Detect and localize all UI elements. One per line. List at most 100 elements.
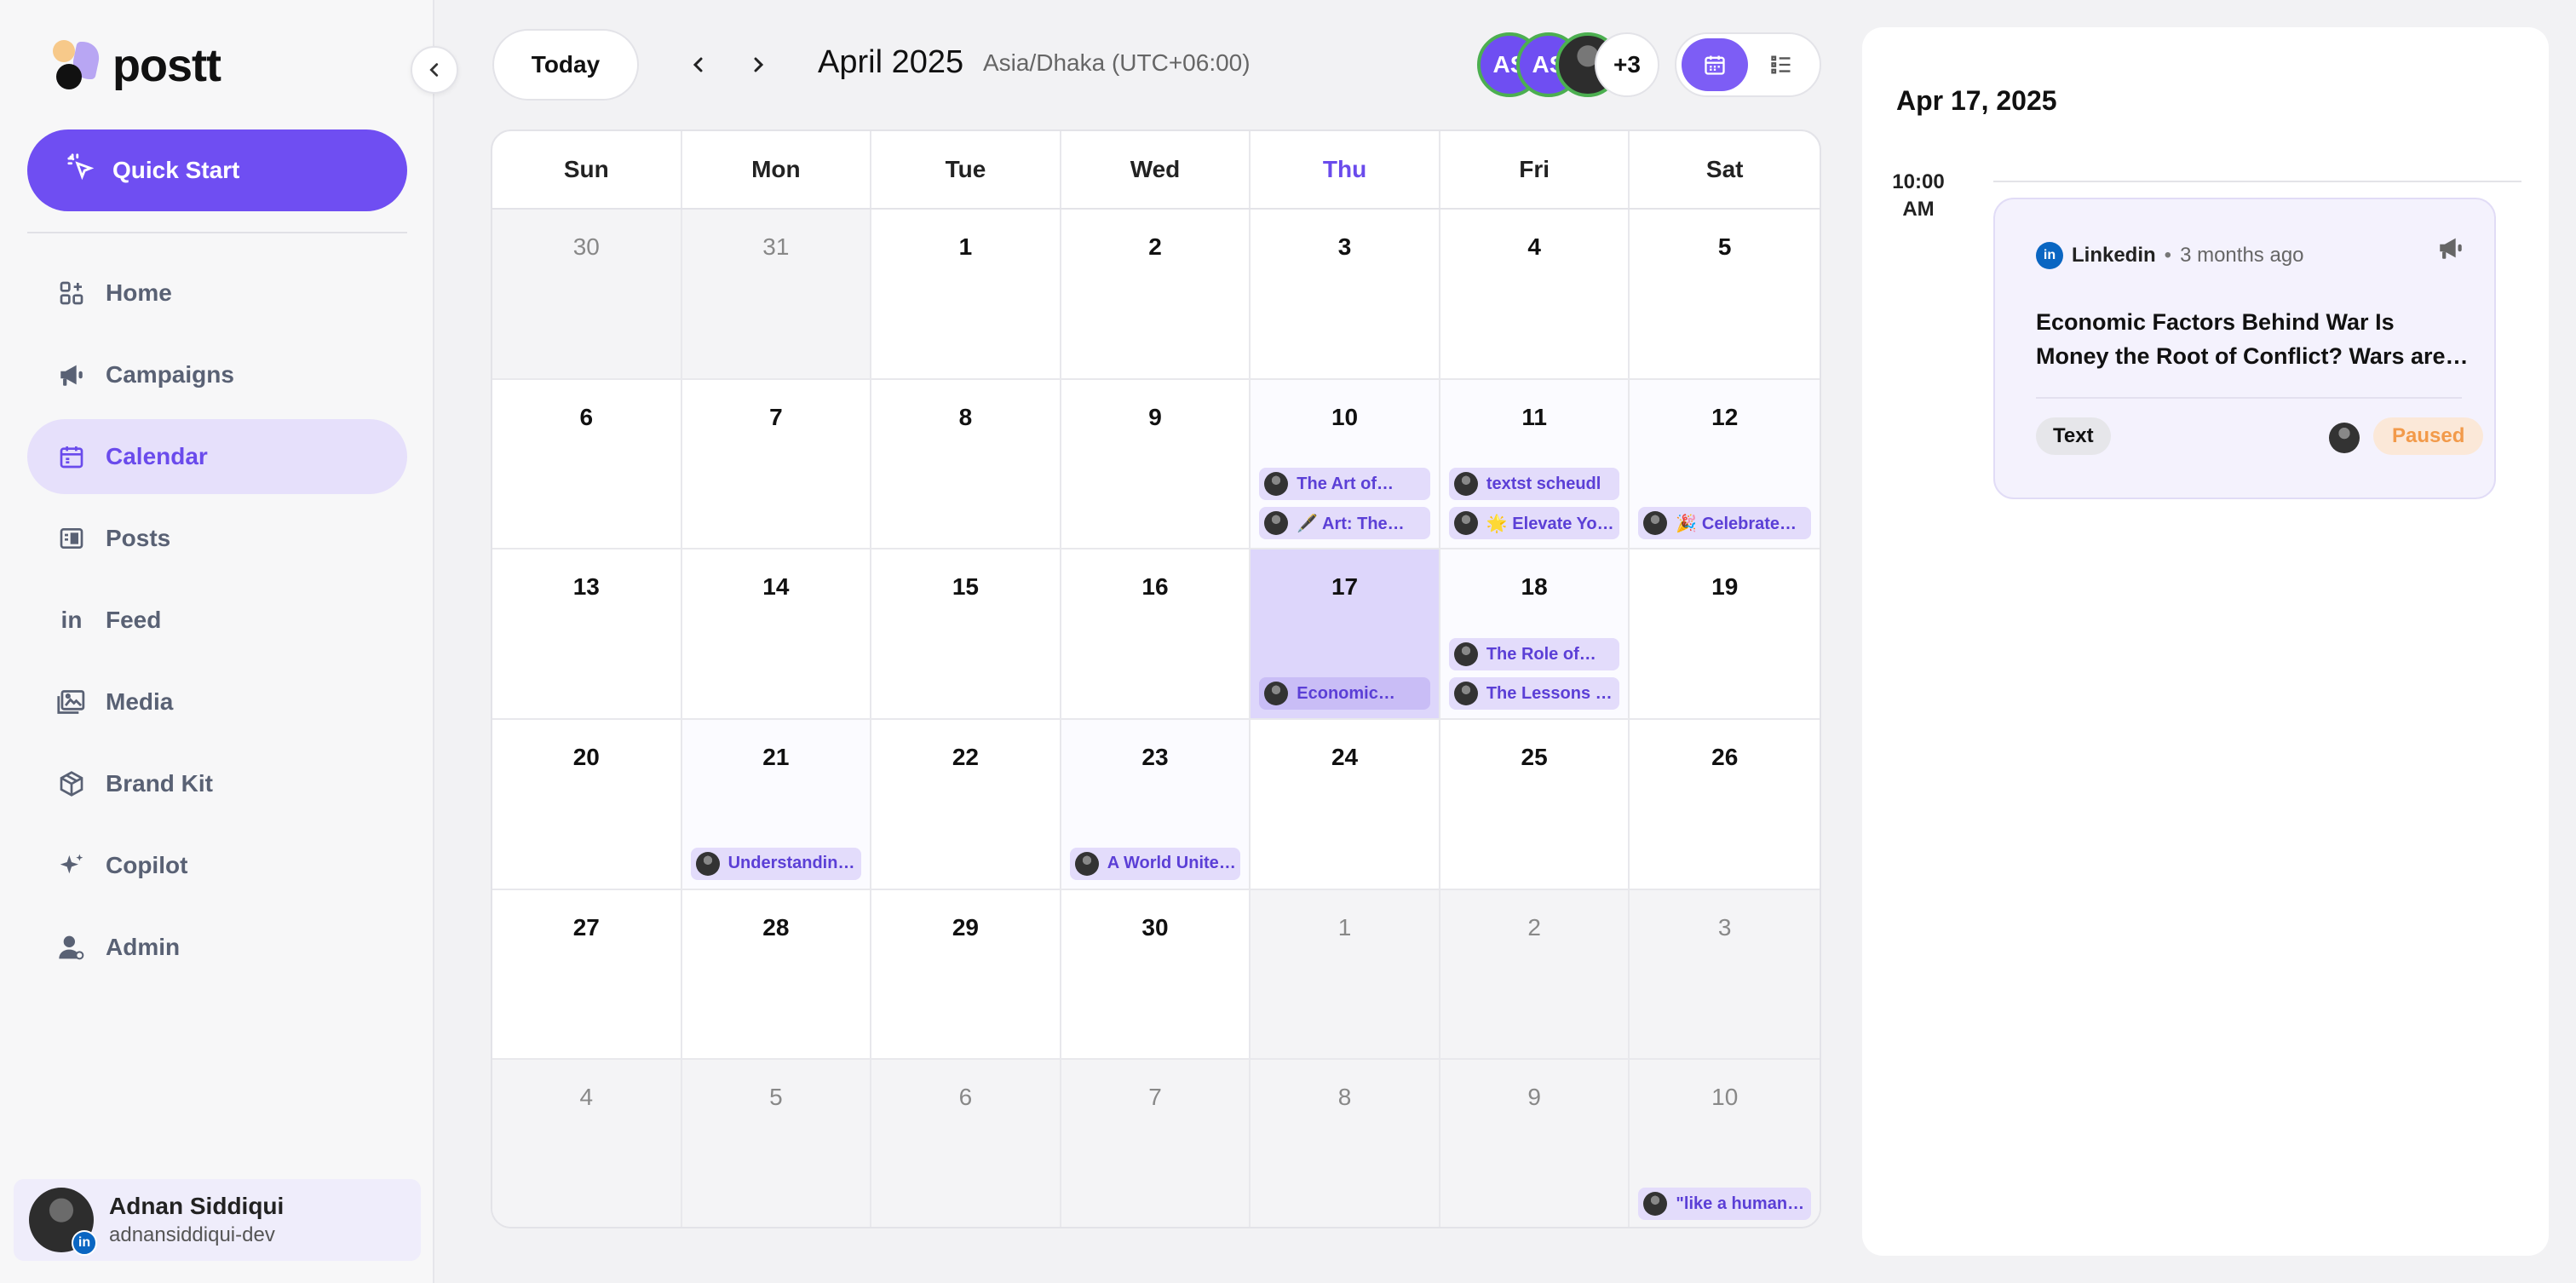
avatar bbox=[2329, 423, 2360, 453]
calendar-day-cell[interactable]: 8 bbox=[1251, 1060, 1440, 1227]
calendar-day-cell[interactable]: 15 bbox=[871, 549, 1061, 720]
list-view-button[interactable] bbox=[1748, 38, 1814, 91]
calendar-day-cell[interactable]: 28 bbox=[681, 889, 872, 1061]
day-detail-panel: Apr 17, 2025 10:00 AM in Linkedin • 3 mo… bbox=[1862, 27, 2549, 1256]
day-number: 15 bbox=[952, 573, 979, 601]
day-number: 25 bbox=[1521, 744, 1548, 770]
calendar-day-cell[interactable]: 9 bbox=[1061, 379, 1251, 550]
calendar-day-cell[interactable]: 29 bbox=[871, 889, 1061, 1061]
day-number: 6 bbox=[958, 1084, 973, 1111]
calendar-day-cell[interactable]: 17 Economic… bbox=[1251, 549, 1440, 720]
event-chip[interactable]: The Lessons of… bbox=[1448, 677, 1620, 710]
sidebar-item-calendar[interactable]: Calendar bbox=[27, 419, 407, 494]
calendar-day-cell[interactable]: 22 bbox=[871, 720, 1061, 890]
day-number: 28 bbox=[762, 913, 790, 941]
calendar-day-cell[interactable]: 21 Understanding… bbox=[681, 720, 872, 890]
sidebar-item-posts[interactable]: Posts bbox=[27, 501, 407, 576]
collapse-sidebar-button[interactable] bbox=[411, 46, 458, 94]
posts-icon bbox=[56, 523, 87, 554]
calendar-day-cell[interactable]: 30 bbox=[1061, 889, 1251, 1061]
sidebar-item-campaigns[interactable]: Campaigns bbox=[27, 337, 407, 412]
calendar-day-cell[interactable]: 4 bbox=[492, 1060, 682, 1227]
calendar-day-cell[interactable]: 14 bbox=[681, 549, 872, 720]
megaphone-icon[interactable] bbox=[2436, 233, 2465, 267]
day-number: 1 bbox=[958, 233, 973, 260]
calendar-day-cell[interactable]: 13 bbox=[492, 549, 682, 720]
calendar-day-cell[interactable]: 19 bbox=[1630, 549, 1820, 720]
user-profile-card[interactable]: in Adnan Siddiqui adnansiddiqui-dev bbox=[14, 1179, 421, 1261]
day-number: 1 bbox=[1337, 913, 1352, 941]
sidebar-item-label: Media bbox=[106, 688, 174, 715]
sidebar-item-label: Copilot bbox=[106, 852, 188, 878]
post-card[interactable]: in Linkedin • 3 months ago Economic Fact… bbox=[1993, 198, 2496, 499]
calendar-day-cell[interactable]: 7 bbox=[1061, 1060, 1251, 1227]
calendar-day-cell[interactable]: 10 "like a human"… bbox=[1630, 1060, 1820, 1227]
day-number: 18 bbox=[1521, 573, 1548, 601]
calendar-day-cell[interactable]: 6 bbox=[871, 1060, 1061, 1227]
calendar-day-cell[interactable]: 7 bbox=[681, 379, 872, 550]
today-button[interactable]: Today bbox=[492, 29, 639, 101]
sidebar-item-home[interactable]: Home bbox=[27, 256, 407, 331]
calendar-day-cell[interactable]: 2 bbox=[1440, 889, 1630, 1061]
sidebar-item-brand-kit[interactable]: Brand Kit bbox=[27, 746, 407, 821]
calendar-day-cell[interactable]: 2 bbox=[1061, 210, 1251, 380]
calendar-day-cell[interactable]: 12 🎉 Celebrate… bbox=[1630, 379, 1820, 550]
event-chip[interactable]: 🎉 Celebrate… bbox=[1638, 507, 1811, 540]
sidebar-item-admin[interactable]: Admin bbox=[27, 910, 407, 985]
event-chip[interactable]: "like a human"… bbox=[1638, 1188, 1811, 1220]
chevron-right-icon bbox=[754, 57, 764, 72]
calendar-day-cell[interactable]: 25 bbox=[1440, 720, 1630, 890]
calendar-day-cell[interactable]: 5 bbox=[681, 1060, 872, 1227]
event-title: textst scheudl bbox=[1486, 474, 1601, 493]
calendar-day-cell[interactable]: 5 bbox=[1630, 210, 1820, 380]
event-chip[interactable]: The Art of… bbox=[1259, 468, 1430, 501]
calendar-day-cell[interactable]: 26 bbox=[1630, 720, 1820, 890]
event-chip[interactable]: Economic… bbox=[1259, 677, 1430, 710]
timezone-label[interactable]: Asia/Dhaka (UTC+06:00) bbox=[983, 49, 1251, 77]
calendar-day-cell[interactable]: 31 bbox=[681, 210, 872, 380]
quick-start-button[interactable]: Quick Start bbox=[27, 129, 407, 211]
calendar-day-cell[interactable]: 3 bbox=[1251, 210, 1440, 380]
sidebar-item-copilot[interactable]: Copilot bbox=[27, 828, 407, 903]
calendar-day-cell[interactable]: 9 bbox=[1440, 1060, 1630, 1227]
more-accounts-badge[interactable]: +3 bbox=[1595, 32, 1659, 97]
event-chip[interactable]: The Role of… bbox=[1448, 638, 1620, 670]
avatar bbox=[1643, 511, 1668, 536]
calendar-day-cell[interactable]: 11 textst scheudl 🌟 Elevate Your… bbox=[1440, 379, 1630, 550]
calendar-day-cell[interactable]: 3 bbox=[1630, 889, 1820, 1061]
calendar-day-cell[interactable]: 10 The Art of… 🖋️ Art: The… bbox=[1251, 379, 1440, 550]
event-chip[interactable]: Understanding… bbox=[690, 847, 862, 880]
calendar-day-cell[interactable]: 23 A World United:… bbox=[1061, 720, 1251, 890]
calendar-day-cell[interactable]: 6 bbox=[492, 379, 682, 550]
event-chip[interactable]: 🖋️ Art: The… bbox=[1259, 507, 1430, 540]
calendar-day-cell[interactable]: 20 bbox=[492, 720, 682, 890]
event-chip[interactable]: A World United:… bbox=[1069, 847, 1241, 880]
prev-month-button[interactable] bbox=[673, 37, 724, 92]
sidebar-item-media[interactable]: Media bbox=[27, 665, 407, 739]
day-number: 10 bbox=[1711, 1084, 1739, 1111]
next-month-button[interactable] bbox=[733, 37, 784, 92]
calendar-day-cell[interactable]: 18 The Role of… The Lessons of… bbox=[1440, 549, 1630, 720]
calendar-day-cell[interactable]: 8 bbox=[871, 379, 1061, 550]
account-avatars[interactable]: AS AS +3 bbox=[1477, 32, 1659, 97]
calendar-day-cell[interactable]: 27 bbox=[492, 889, 682, 1061]
post-platform: in Linkedin • 3 months ago bbox=[2036, 242, 2304, 269]
event-chip[interactable]: textst scheudl bbox=[1448, 468, 1620, 501]
day-number: 2 bbox=[1148, 233, 1162, 260]
calendar-day-cell[interactable]: 16 bbox=[1061, 549, 1251, 720]
day-number: 7 bbox=[1148, 1084, 1162, 1111]
calendar-day-cell[interactable]: 1 bbox=[1251, 889, 1440, 1061]
sidebar-item-feed[interactable]: in Feed bbox=[27, 583, 407, 658]
logo[interactable]: postt bbox=[53, 39, 221, 92]
calendar-view-button[interactable] bbox=[1682, 38, 1748, 91]
calendar-day-cell[interactable]: 4 bbox=[1440, 210, 1630, 380]
day-number: 10 bbox=[1331, 403, 1359, 430]
calendar-day-cell[interactable]: 24 bbox=[1251, 720, 1440, 890]
event-chip[interactable]: 🌟 Elevate Your… bbox=[1448, 507, 1620, 540]
day-number: 13 bbox=[572, 573, 600, 601]
month-title: April 2025 bbox=[818, 44, 964, 80]
calendar-day-cell[interactable]: 30 bbox=[492, 210, 682, 380]
calendar-day-cell[interactable]: 1 bbox=[871, 210, 1061, 380]
day-number: 7 bbox=[769, 403, 783, 430]
day-number: 6 bbox=[579, 403, 594, 430]
